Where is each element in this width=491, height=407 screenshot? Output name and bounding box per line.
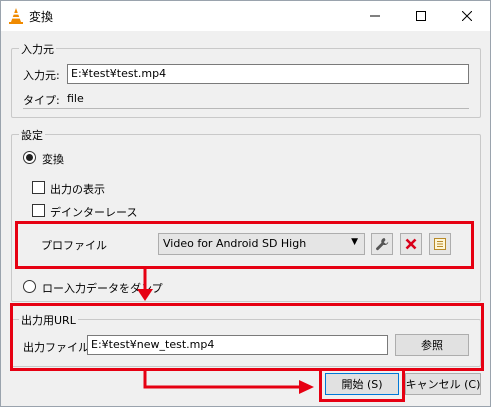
source-type-label: タイプ:	[23, 94, 60, 107]
source-file-input[interactable]: E:¥test¥test.mp4	[67, 64, 469, 84]
delete-icon	[405, 238, 417, 250]
source-divider	[23, 108, 469, 109]
source-type-value: file	[67, 92, 84, 105]
destination-file-input[interactable]: E:¥test¥new_test.mp4	[87, 335, 388, 355]
minimize-icon	[370, 15, 380, 17]
settings-group-label: 設定	[19, 127, 45, 143]
window-title: 変換	[29, 10, 54, 24]
source-group-label: 入力元	[19, 41, 56, 57]
destination-group-label: 出力用URL	[19, 312, 78, 328]
profile-select[interactable]: Video for Android SD High ▼	[158, 233, 365, 255]
arrow-right-line	[143, 371, 301, 389]
dump-raw-radio[interactable]	[23, 280, 36, 293]
vlc-cone-icon	[9, 8, 23, 24]
source-file-label: 入力元:	[23, 69, 60, 82]
destination-file-label: 出力ファイル:	[23, 341, 93, 354]
close-icon	[462, 11, 472, 21]
wrench-icon	[376, 238, 389, 251]
browse-button[interactable]: 参照	[395, 334, 469, 356]
delete-profile-button[interactable]	[400, 233, 422, 255]
chevron-down-icon: ▼	[351, 237, 358, 247]
close-button[interactable]	[444, 1, 490, 31]
show-output-label: 出力の表示	[50, 183, 105, 196]
cancel-button[interactable]: キャンセル (C)	[405, 373, 481, 395]
new-profile-button[interactable]	[429, 233, 451, 255]
edit-profile-button[interactable]	[371, 233, 393, 255]
start-button[interactable]: 開始 (S)	[325, 373, 399, 395]
convert-dialog: 変換 入力元 入力元: E:¥test¥test.mp4 タイプ: file 設…	[0, 0, 491, 407]
arrow-right-head	[299, 380, 314, 394]
convert-label: 変換	[42, 153, 64, 166]
deinterlace-checkbox[interactable]	[32, 204, 45, 217]
maximize-button[interactable]	[398, 1, 444, 31]
maximize-icon	[416, 11, 426, 21]
convert-radio[interactable]	[23, 151, 36, 164]
profile-select-value: Video for Android SD High	[163, 237, 307, 250]
show-output-checkbox[interactable]	[32, 181, 45, 194]
minimize-button[interactable]	[352, 1, 398, 31]
dump-raw-label: ロー入力データをダンプ	[42, 282, 163, 295]
deinterlace-label: デインターレース	[50, 206, 138, 219]
title-bar: 変換	[1, 1, 490, 31]
new-profile-icon	[434, 238, 446, 250]
profile-label: プロファイル	[41, 239, 107, 252]
